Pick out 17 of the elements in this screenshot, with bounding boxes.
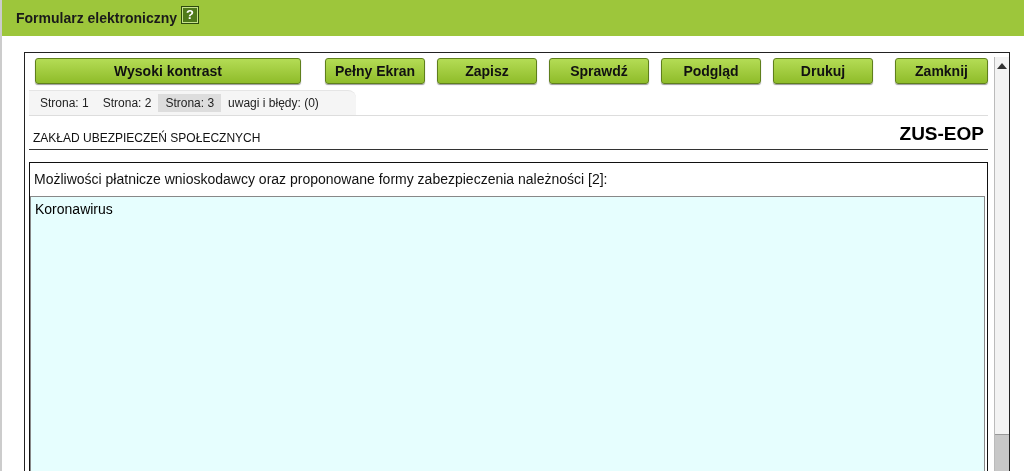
toolbar-button[interactable]: Pełny Ekran: [325, 58, 425, 84]
toolbar-button[interactable]: Drukuj: [773, 58, 873, 84]
toolbar-button[interactable]: Sprawdź: [549, 58, 649, 84]
field-label: Możliwości płatnicze wnioskodawcy oraz proponowane formy zabezpieczenia należności [2]:: [34, 170, 609, 189]
toolbar-button[interactable]: Zamknij: [895, 58, 988, 84]
scroll-up-icon[interactable]: [997, 63, 1007, 69]
text-area[interactable]: Koronawirus: [30, 196, 985, 471]
help-button[interactable]: ?: [181, 6, 200, 24]
toolbar-button[interactable]: Zapisz: [437, 58, 537, 84]
scroll-thumb[interactable]: [995, 434, 1009, 471]
institution-name: ZAKŁAD UBEZPIECZEŃ SPOŁECZNYCH: [33, 131, 261, 145]
form-code: ZUS-EOP: [899, 123, 984, 145]
scrollbar[interactable]: [994, 57, 1009, 471]
toolbar-button[interactable]: Podgląd: [661, 58, 761, 84]
window-title: Formularz elektroniczny: [16, 10, 178, 26]
page-tab[interactable]: Strona: 3: [158, 94, 222, 112]
toolbar-button[interactable]: Wysoki kontrast: [35, 58, 301, 84]
